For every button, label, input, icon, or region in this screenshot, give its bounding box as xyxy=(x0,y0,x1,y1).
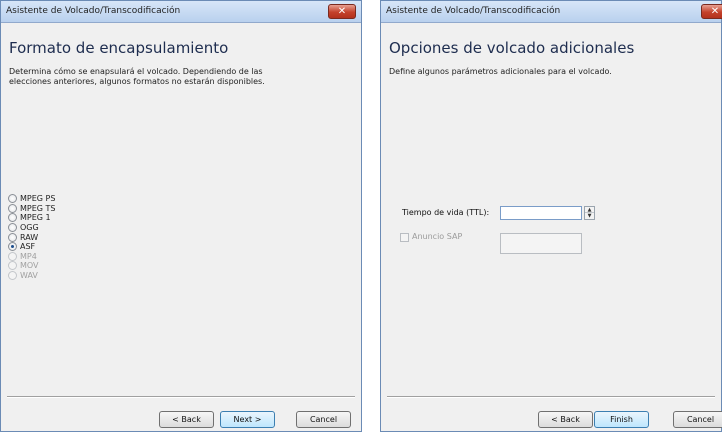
finish-button[interactable]: Finish xyxy=(594,411,649,428)
window-title: Asistente de Volcado/Transcodificación xyxy=(386,6,561,16)
divider xyxy=(387,396,715,398)
format-label: ASF xyxy=(20,242,36,252)
format-label: MP4 xyxy=(20,251,37,261)
close-icon: ✕ xyxy=(710,6,720,17)
back-button[interactable]: < Back xyxy=(538,411,593,428)
title-bar[interactable]: Asistente de Volcado/Transcodificación ✕ xyxy=(1,1,361,23)
window-title: Asistente de Volcado/Transcodificación xyxy=(6,6,181,16)
wizard-window-options: Asistente de Volcado/Transcodificación ✕… xyxy=(380,0,722,432)
ttl-label: Tiempo de vida (TTL): xyxy=(402,208,490,217)
format-label: OGG xyxy=(20,223,39,233)
close-button[interactable]: ✕ xyxy=(701,4,722,19)
format-option[interactable]: MPEG TS xyxy=(8,203,56,214)
radio-button[interactable] xyxy=(8,194,17,204)
title-bar[interactable]: Asistente de Volcado/Transcodificación ✕ xyxy=(381,1,722,23)
page-description: Define algunos parámetros adicionales pa… xyxy=(389,67,612,76)
cancel-button[interactable]: Cancel xyxy=(673,411,722,428)
radio-button-disabled xyxy=(8,261,17,271)
format-label: MOV xyxy=(20,261,39,271)
radio-button[interactable] xyxy=(8,213,17,223)
format-option[interactable]: MPEG PS xyxy=(8,194,56,204)
format-option-disabled: MP4 xyxy=(8,251,56,262)
radio-button[interactable] xyxy=(8,203,17,213)
radio-button[interactable] xyxy=(8,232,17,242)
sap-checkbox xyxy=(400,233,409,242)
page-heading: Opciones de volcado adicionales xyxy=(389,39,635,57)
format-label: WAV xyxy=(20,271,38,281)
wizard-window-format: Asistente de Volcado/Transcodificación ✕… xyxy=(0,0,362,432)
close-button[interactable]: ✕ xyxy=(328,4,356,19)
format-label: RAW xyxy=(20,232,39,242)
page-description: Determina cómo se enapsulará el volcado.… xyxy=(9,67,265,86)
sap-label: Anuncio SAP xyxy=(412,232,463,241)
page-heading: Formato de encapsulamiento xyxy=(9,39,229,57)
format-label: MPEG 1 xyxy=(20,213,51,223)
format-option[interactable]: MPEG 1 xyxy=(8,213,56,223)
format-option-selected[interactable]: ASF xyxy=(8,242,56,252)
format-option-disabled: MOV xyxy=(8,261,56,271)
spin-down-icon[interactable]: ▼ xyxy=(585,213,594,219)
back-button[interactable]: < Back xyxy=(159,411,214,428)
format-label: MPEG TS xyxy=(20,203,56,213)
format-option[interactable]: OGG xyxy=(8,223,56,233)
radio-button-disabled xyxy=(8,271,17,281)
radio-button[interactable] xyxy=(8,223,17,233)
radio-button-checked[interactable] xyxy=(8,242,17,252)
format-option-disabled: WAV xyxy=(8,271,56,281)
ttl-spinner[interactable]: ▲ ▼ xyxy=(584,206,595,220)
ttl-input[interactable] xyxy=(500,206,582,220)
cancel-button[interactable]: Cancel xyxy=(296,411,351,428)
close-icon: ✕ xyxy=(337,6,347,17)
format-label: MPEG PS xyxy=(20,194,56,204)
next-button[interactable]: Next > xyxy=(220,411,275,428)
radio-button-disabled xyxy=(8,251,17,261)
format-option[interactable]: RAW xyxy=(8,232,56,242)
format-radio-group: MPEG PS MPEG TS MPEG 1 OGG RAW ASF MP4 M… xyxy=(8,194,56,281)
divider xyxy=(7,396,355,398)
sap-field xyxy=(500,233,582,254)
